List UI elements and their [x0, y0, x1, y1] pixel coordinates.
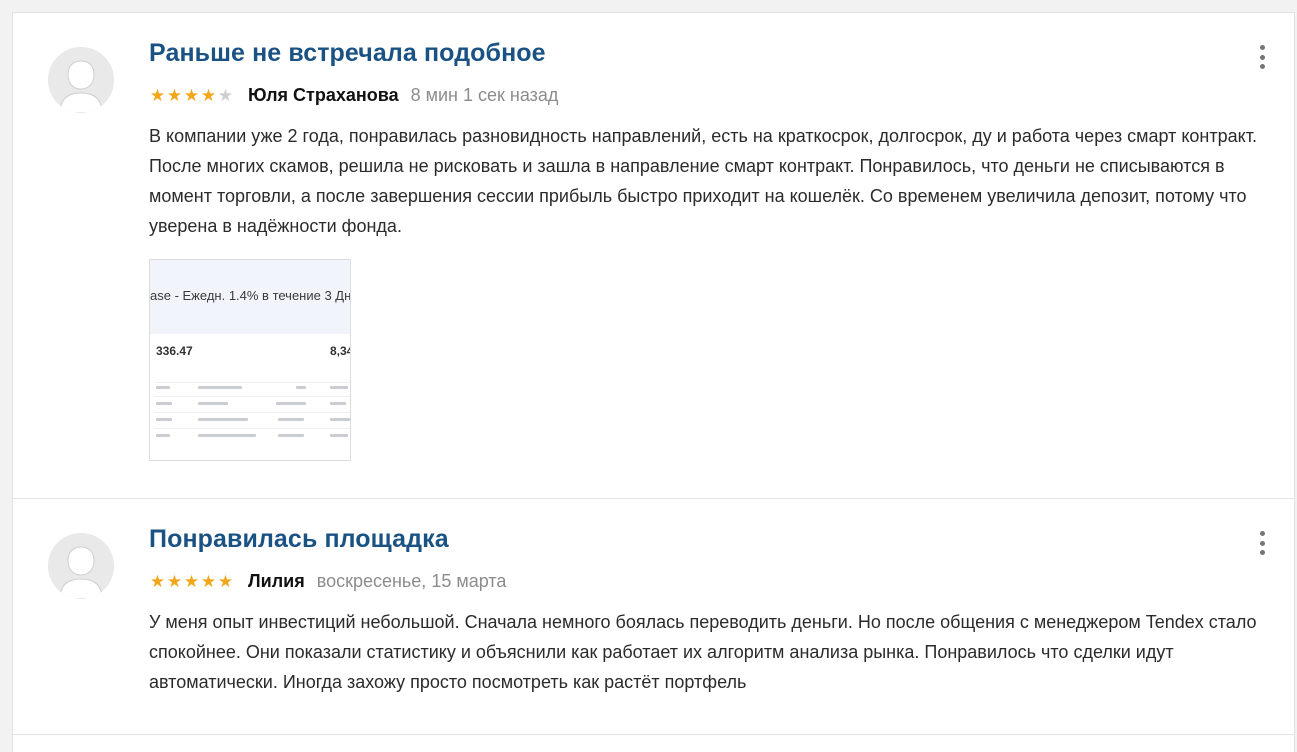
thumbnail-header-text: ase - Ежедн. 1.4% в течение 3 Дне	[150, 288, 351, 303]
author-name[interactable]: Юля Страханова	[248, 85, 399, 106]
avatar[interactable]	[48, 533, 114, 599]
more-vertical-icon[interactable]	[1258, 45, 1266, 69]
user-silhouette-icon	[48, 533, 114, 599]
star-icon: ★	[200, 571, 217, 591]
review-meta: ★ ★ ★ ★ ★ Лилия воскресенье, 15 марта	[149, 569, 507, 593]
attachment-thumbnail[interactable]: ase - Ежедн. 1.4% в течение 3 Дне 336.47…	[149, 259, 351, 461]
thumbnail-row	[154, 382, 350, 383]
reviews-list: Раньше не встречала подобное ★ ★ ★ ★ ★ Юля С…	[12, 12, 1295, 752]
star-icon: ★	[149, 571, 166, 591]
rating-stars: ★ ★ ★ ★ ★	[149, 573, 234, 590]
thumbnail-value-left: 336.47	[156, 344, 193, 358]
review-card: Понравилась площадка ★ ★ ★ ★ ★ Лилия воскрес…	[13, 499, 1294, 735]
star-icon: ★	[166, 85, 183, 105]
star-icon: ★	[183, 85, 200, 105]
avatar[interactable]	[48, 47, 114, 113]
review-time: 8 мин 1 сек назад	[410, 84, 559, 105]
review-card: Раньше не встречала подобное ★ ★ ★ ★ ★ Юля С…	[13, 13, 1294, 499]
review-title[interactable]: Раньше не встречала подобное	[149, 39, 546, 68]
author-name[interactable]: Лилия	[248, 571, 305, 592]
review-title[interactable]: Понравилась площадка	[149, 525, 449, 554]
review-meta: ★ ★ ★ ★ ★ Юля Страханова 8 мин 1 сек назад	[149, 83, 559, 107]
review-time: воскресенье, 15 марта	[316, 570, 507, 591]
thumbnail-row	[154, 428, 350, 429]
review-text: У меня опыт инвестиций небольшой. Сначал…	[149, 612, 1257, 692]
user-silhouette-icon	[48, 47, 114, 113]
star-icon: ★	[217, 85, 234, 105]
rating-stars: ★ ★ ★ ★ ★	[149, 87, 234, 104]
thumbnail-row	[154, 396, 350, 397]
review-text: В компании уже 2 года, понравилась разно…	[149, 126, 1257, 236]
more-vertical-icon[interactable]	[1258, 531, 1266, 555]
thumbnail-value-right: 8,34	[330, 344, 350, 358]
star-icon: ★	[200, 85, 217, 105]
thumbnail-row	[154, 412, 350, 413]
star-icon: ★	[183, 571, 200, 591]
star-icon: ★	[149, 85, 166, 105]
star-icon: ★	[217, 571, 234, 591]
star-icon: ★	[166, 571, 183, 591]
